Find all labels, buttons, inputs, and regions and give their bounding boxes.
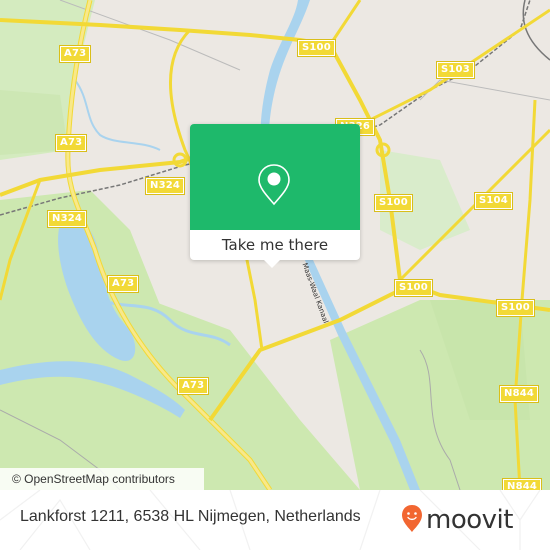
address-text: Lankforst 1211, 6538 HL Nijmegen, Nether… <box>20 508 361 525</box>
road-badge-a73: A73 <box>58 45 92 63</box>
road-badge-n324: N324 <box>144 177 186 195</box>
road-badge-n844: N844 <box>501 478 543 490</box>
road-badge-s100: S100 <box>496 299 535 317</box>
moovit-logo[interactable]: moovit <box>400 500 513 540</box>
road-badge-s100: S100 <box>297 39 336 57</box>
road-badge-s103: S103 <box>436 61 475 79</box>
moovit-wordmark: moovit <box>426 505 513 535</box>
road-badge-a73: A73 <box>54 134 88 152</box>
road-badge-a73: A73 <box>106 275 140 293</box>
take-me-there-button[interactable]: Take me there <box>190 230 360 260</box>
road-badge-s104: S104 <box>474 192 513 210</box>
road-badge-n844: N844 <box>498 385 540 403</box>
location-popup: Take me there <box>190 124 360 268</box>
popup-pointer <box>264 260 280 268</box>
map-attribution[interactable]: © OpenStreetMap contributors <box>0 468 204 490</box>
footer-bar: Lankforst 1211, 6538 HL Nijmegen, Nether… <box>0 490 550 550</box>
road-badge-s100: S100 <box>374 194 413 212</box>
popup-header <box>190 124 360 230</box>
map-view[interactable]: A73 A73 A73 A73 N324 N324 S100 S100 S100… <box>0 0 550 490</box>
road-badge-n324: N324 <box>46 210 88 228</box>
moovit-smiley-pin-icon <box>400 503 424 537</box>
road-badge-s100: S100 <box>394 279 433 297</box>
road-badge-a73: A73 <box>176 377 210 395</box>
